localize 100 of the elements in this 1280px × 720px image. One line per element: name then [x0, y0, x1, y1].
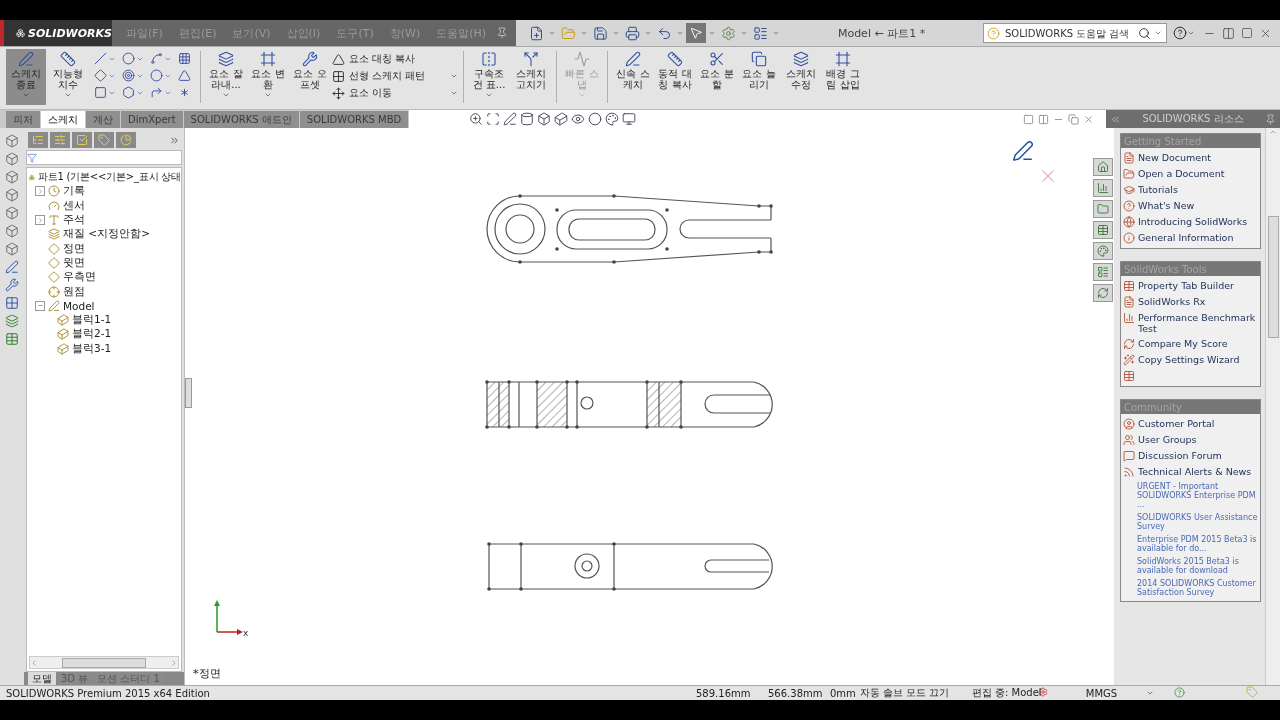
cube-icon[interactable]: [5, 170, 19, 184]
pencil-icon[interactable]: [1012, 140, 1034, 162]
ribbon-button[interactable]: 요소 변환: [248, 49, 288, 105]
view-tab[interactable]: 모델: [28, 672, 56, 685]
news-link[interactable]: 2014 SOLIDWORKS Customer Satisfaction Survey: [1123, 579, 1258, 597]
resource-link[interactable]: What's New: [1123, 200, 1258, 212]
panel-tab[interactable]: [72, 132, 92, 148]
resource-link[interactable]: User Groups: [1123, 434, 1258, 446]
undo-icon[interactable]: [656, 25, 672, 41]
tree-item[interactable]: 윗면: [63, 255, 85, 270]
table-icon[interactable]: [5, 332, 19, 346]
ribbon-button[interactable]: 선형 스케치 패턴: [332, 69, 458, 83]
caret-icon[interactable]: [708, 29, 717, 37]
resource-link[interactable]: Copy Settings Wizard: [1123, 354, 1258, 366]
panel-tab[interactable]: [94, 132, 114, 148]
cube-icon[interactable]: [5, 242, 19, 256]
cube-icon[interactable]: [5, 188, 19, 202]
splitter-handle[interactable]: [185, 378, 192, 408]
tile-icon[interactable]: [1038, 113, 1049, 125]
options-icon[interactable]: [752, 25, 768, 41]
task-pane-tab[interactable]: [1093, 284, 1113, 302]
pin-icon[interactable]: [1265, 113, 1276, 125]
command-tab[interactable]: SOLIDWORKS MBD: [299, 111, 409, 128]
task-pane-tab[interactable]: [1093, 242, 1113, 260]
caret-icon[interactable]: [64, 91, 72, 99]
ribbon-button[interactable]: 배경 그림 삽입: [823, 49, 863, 105]
ribbon-button[interactable]: 요소 분할: [697, 49, 737, 105]
filter-icon[interactable]: [27, 152, 37, 163]
ribbon-button[interactable]: 지능형 치수: [48, 49, 88, 105]
sphere-icon[interactable]: [588, 112, 603, 126]
command-tab[interactable]: 스케치: [41, 111, 85, 128]
resource-link[interactable]: New Document: [1123, 152, 1258, 164]
resource-link[interactable]: Technical Alerts & News: [1123, 466, 1258, 478]
caret-icon[interactable]: [1154, 29, 1162, 37]
tree-item[interactable]: 파트1 (기본<<기본>_표시 상태: [37, 170, 181, 185]
tree-item[interactable]: Model: [63, 299, 95, 312]
caret-icon[interactable]: [264, 91, 272, 99]
eye-icon[interactable]: [571, 112, 586, 126]
cube-icon[interactable]: [5, 152, 19, 166]
pencil-icon[interactable]: [503, 112, 518, 126]
maximize-icon[interactable]: [1241, 26, 1253, 39]
slot-icon[interactable]: [94, 86, 107, 99]
resource-link[interactable]: Customer Portal: [1123, 418, 1258, 430]
tag-icon[interactable]: [1246, 686, 1258, 698]
news-link[interactable]: Enterprise PDM 2015 Beta3 is available for do...: [1123, 535, 1258, 553]
cube-icon[interactable]: [5, 134, 19, 148]
panel-tab[interactable]: [50, 132, 70, 148]
unit-selector[interactable]: MMGS: [1085, 687, 1146, 699]
point-icon[interactable]: [178, 86, 191, 99]
resource-link[interactable]: Open a Document: [1123, 168, 1258, 180]
curve-icon[interactable]: [150, 52, 163, 65]
cube-icon[interactable]: [537, 112, 552, 126]
task-pane-tab[interactable]: [1093, 263, 1113, 281]
close-icon[interactable]: [1083, 113, 1094, 125]
tree-item[interactable]: 정면: [63, 241, 85, 256]
arc-icon[interactable]: [122, 69, 135, 82]
graphics-area[interactable]: x *정면: [184, 128, 1092, 685]
ribbon-button[interactable]: 스케치 고치기: [511, 49, 551, 105]
tree-item[interactable]: 주석: [63, 213, 85, 228]
file-icon[interactable]: [528, 25, 544, 41]
panel-tab[interactable]: [28, 132, 48, 148]
corner-icon[interactable]: [150, 86, 163, 99]
pin-icon[interactable]: [496, 27, 509, 39]
tree-item[interactable]: 블럭3-1: [72, 341, 112, 356]
task-pane-tab[interactable]: [1093, 179, 1113, 197]
resource-link[interactable]: Discussion Forum: [1123, 450, 1258, 462]
expand-toggle[interactable]: [35, 215, 45, 226]
save-icon[interactable]: [592, 25, 608, 41]
grid-icon[interactable]: [178, 52, 191, 65]
news-link[interactable]: SolidWorks 2015 Beta3 is available for download: [1123, 557, 1258, 575]
resource-link[interactable]: Performance Benchmark Test: [1123, 312, 1258, 334]
task-pane-tab[interactable]: [1093, 221, 1113, 239]
ribbon-button[interactable]: 요소 이동: [332, 86, 458, 100]
caret-icon[interactable]: [222, 91, 230, 99]
tree-item[interactable]: 원점: [63, 284, 85, 299]
pencil-icon[interactable]: [5, 260, 19, 274]
ribbon-button[interactable]: 스케치 종료: [6, 49, 46, 105]
caret-icon[interactable]: [548, 29, 557, 37]
zoom-icon[interactable]: [469, 112, 484, 126]
resource-link[interactable]: Tutorials: [1123, 184, 1258, 196]
command-tab[interactable]: 계산: [86, 111, 120, 128]
caret-icon[interactable]: [644, 29, 653, 37]
collapse-toggle[interactable]: [35, 300, 45, 311]
caret-icon[interactable]: [1145, 689, 1154, 697]
resource-link[interactable]: SolidWorks Rx: [1123, 296, 1258, 308]
caret-icon[interactable]: [772, 29, 781, 37]
gear-icon[interactable]: [720, 25, 736, 41]
resource-link[interactable]: Introducing SolidWorks: [1123, 216, 1258, 228]
cylinder-icon[interactable]: [520, 112, 535, 126]
resource-link[interactable]: Property Tab Builder: [1123, 280, 1258, 292]
layers-icon[interactable]: [5, 314, 19, 328]
triangle-icon[interactable]: [178, 69, 191, 82]
ribbon-button[interactable]: 구속조건 표...: [469, 49, 509, 105]
cube-icon[interactable]: [5, 224, 19, 238]
ellipse-icon[interactable]: [150, 69, 163, 82]
caret-icon[interactable]: [450, 72, 458, 80]
tree-item[interactable]: 블럭1-1: [72, 313, 112, 328]
search-field[interactable]: SOLIDWORKS 도움말 검색: [983, 23, 1167, 43]
monitor-icon[interactable]: [622, 112, 637, 126]
circle-icon[interactable]: [122, 52, 135, 65]
